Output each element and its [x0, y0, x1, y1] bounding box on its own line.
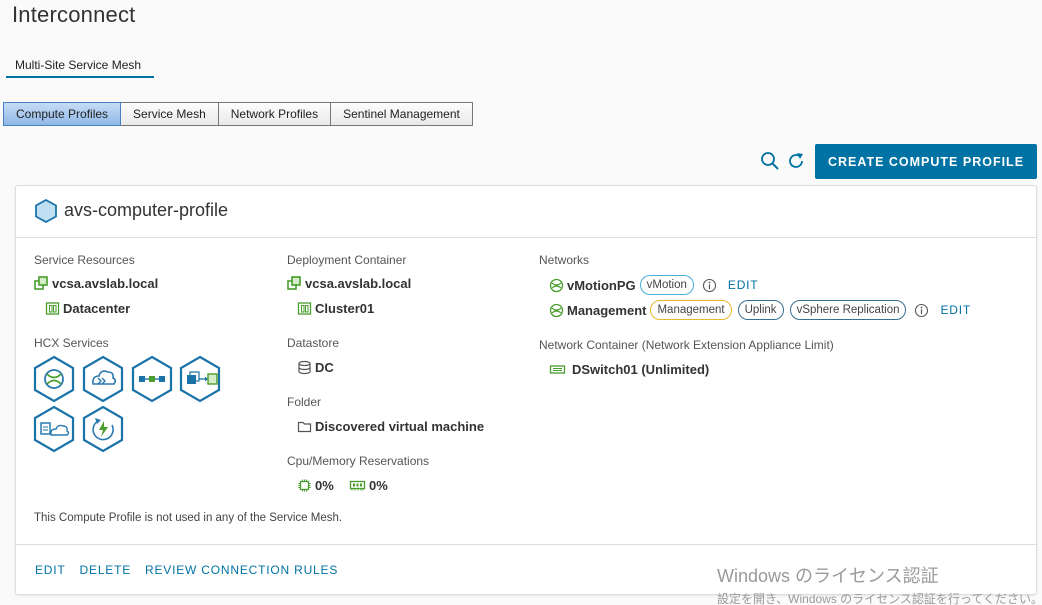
tab-sentinel-management[interactable]: Sentinel Management — [331, 102, 473, 126]
badge-management: Management — [650, 300, 732, 320]
compute-profile-card: avs-computer-profile Service Resources v… — [15, 185, 1037, 595]
hcx-bulk-migration-icon[interactable] — [178, 355, 222, 403]
network-row-vmotionpg: vMotionPG vMotion EDIT — [549, 275, 758, 295]
network-container-value: DSwitch01 (Unlimited) — [549, 362, 709, 377]
service-resources-vcenter: vcsa.avslab.local — [34, 276, 158, 291]
edit-profile-link[interactable]: EDIT — [35, 563, 66, 577]
watermark-line1: Windows のライセンス認証 — [717, 566, 939, 586]
network-name: Management — [567, 302, 647, 318]
search-icon[interactable] — [760, 151, 780, 171]
deployment-container-vcenter: vcsa.avslab.local — [287, 276, 411, 291]
deployment-container-cluster: Cluster01 — [297, 301, 374, 316]
windows-activation-watermark: Windows のライセンス認証 設定を開き、Windows のライセンス認証を… — [717, 562, 1042, 605]
network-name: vMotionPG — [567, 277, 636, 293]
tab-compute-profiles[interactable]: Compute Profiles — [3, 102, 122, 126]
info-icon[interactable] — [702, 278, 717, 293]
datastore-value: DC — [297, 360, 334, 375]
cpu-reservation: 0% — [297, 478, 334, 493]
cluster-icon — [297, 302, 312, 315]
hcx-replication-assisted-vmotion-icon[interactable] — [32, 405, 76, 453]
refresh-icon[interactable] — [786, 151, 806, 171]
service-resources-label: Service Resources — [34, 253, 135, 267]
profile-name: avs-computer-profile — [64, 200, 229, 220]
vcenter-icon — [34, 276, 48, 290]
badge-uplink: Uplink — [737, 300, 784, 320]
network-globe-icon — [549, 303, 564, 317]
deployment-container-vcenter-text: vcsa.avslab.local — [305, 276, 412, 291]
watermark-line2: 設定を開き、Windows のライセンス認証を行ってください。 — [717, 592, 1042, 605]
subnav-multisite-service-mesh[interactable]: Multi-Site Service Mesh — [6, 56, 154, 78]
folder-label: Folder — [287, 395, 322, 409]
service-resources-datacenter: Datacenter — [45, 301, 130, 316]
badge-vmotion: vMotion — [639, 275, 694, 295]
folder-icon — [297, 421, 312, 433]
subnav-label: Multi-Site Service Mesh — [15, 58, 142, 72]
reservations-label: Cpu/Memory Reservations — [287, 454, 430, 468]
hcx-network-extension-icon[interactable] — [130, 355, 174, 403]
network-row-management: Management Management Uplink vSphere Rep… — [549, 300, 971, 320]
hcx-services-label: HCX Services — [34, 336, 109, 350]
edit-network-vmotionpg-link[interactable]: EDIT — [728, 278, 759, 292]
cpu-reservation-text: 0% — [315, 478, 334, 493]
profile-usage-note: This Compute Profile is not used in any … — [34, 512, 343, 524]
tab-network-profiles[interactable]: Network Profiles — [218, 102, 332, 126]
cpu-icon — [298, 479, 311, 492]
tab-service-mesh[interactable]: Service Mesh — [121, 102, 219, 126]
network-container-value-text: DSwitch01 (Unlimited) — [572, 362, 710, 377]
card-header: avs-computer-profile — [16, 186, 1036, 238]
edit-network-management-link[interactable]: EDIT — [940, 303, 971, 317]
review-connection-rules-link[interactable]: REVIEW CONNECTION RULES — [145, 563, 338, 577]
page-title: Interconnect — [12, 2, 136, 27]
datastore-value-text: DC — [315, 360, 334, 375]
compute-profile-hexagon-icon — [35, 199, 57, 223]
distributed-switch-icon — [549, 365, 566, 374]
create-compute-profile-button[interactable]: CREATE COMPUTE PROFILE — [815, 144, 1037, 179]
folder-value: Discovered virtual machine — [297, 419, 484, 434]
hcx-interconnect-service-icon[interactable] — [32, 355, 76, 403]
tab-bar: Compute Profiles Service Mesh Network Pr… — [3, 102, 473, 126]
service-resources-datacenter-text: Datacenter — [63, 301, 131, 316]
hcx-wan-optimization-icon[interactable] — [81, 355, 125, 403]
memory-icon — [349, 480, 366, 491]
datastore-icon — [298, 360, 311, 375]
network-container-label: Network Container (Network Extension App… — [539, 338, 834, 352]
deployment-container-label: Deployment Container — [287, 253, 407, 267]
service-resources-vcenter-text: vcsa.avslab.local — [52, 276, 159, 291]
network-globe-icon — [549, 278, 564, 292]
networks-label: Networks — [539, 253, 590, 267]
info-icon[interactable] — [914, 303, 929, 318]
datacenter-icon — [45, 302, 60, 315]
badge-vsphere-replication: vSphere Replication — [789, 300, 907, 320]
memory-reservation-text: 0% — [369, 478, 388, 493]
deployment-container-cluster-text: Cluster01 — [315, 301, 375, 316]
delete-profile-link[interactable]: DELETE — [80, 563, 131, 577]
datastore-label: Datastore — [287, 336, 340, 350]
vcenter-icon — [287, 276, 301, 290]
hcx-disaster-recovery-icon[interactable] — [81, 405, 125, 453]
memory-reservation: 0% — [349, 478, 388, 493]
folder-value-text: Discovered virtual machine — [315, 419, 485, 434]
